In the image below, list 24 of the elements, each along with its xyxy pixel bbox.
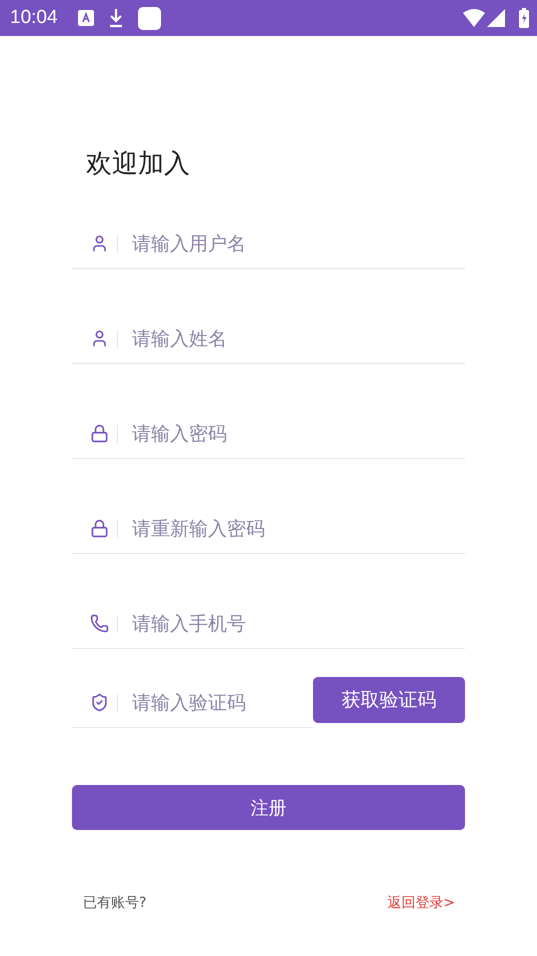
get-code-button[interactable]: 获取验证码 xyxy=(313,677,465,723)
lock-icon xyxy=(90,424,109,443)
input-field[interactable]: 请输入验证码 xyxy=(130,690,313,714)
download-icon xyxy=(108,8,124,28)
status-time: 10:04 xyxy=(10,7,58,29)
input-field[interactable]: 请重新输入密码 xyxy=(130,516,465,540)
back-to-login-link[interactable]: 返回登录> xyxy=(387,894,455,912)
input-field[interactable]: 请输入密码 xyxy=(130,422,465,446)
square-icon xyxy=(138,6,161,30)
wifi-icon xyxy=(463,9,485,27)
input-field[interactable]: 请输入用户名 xyxy=(130,232,465,256)
shield-icon xyxy=(90,693,109,712)
person-icon xyxy=(90,329,109,348)
account-prompt: 已有账号? xyxy=(83,894,146,912)
input-field[interactable]: 请输入姓名 xyxy=(130,326,465,350)
keyboard-icon xyxy=(78,10,94,26)
input-field[interactable]: 请输入手机号 xyxy=(130,612,465,636)
page-title: 欢迎加入 xyxy=(86,148,191,181)
signal-icon xyxy=(487,9,505,27)
lock-icon xyxy=(90,519,109,538)
person-icon xyxy=(90,234,109,253)
battery-icon xyxy=(519,8,529,28)
register-button[interactable]: 注册 xyxy=(72,785,465,830)
phone-icon xyxy=(90,614,109,633)
